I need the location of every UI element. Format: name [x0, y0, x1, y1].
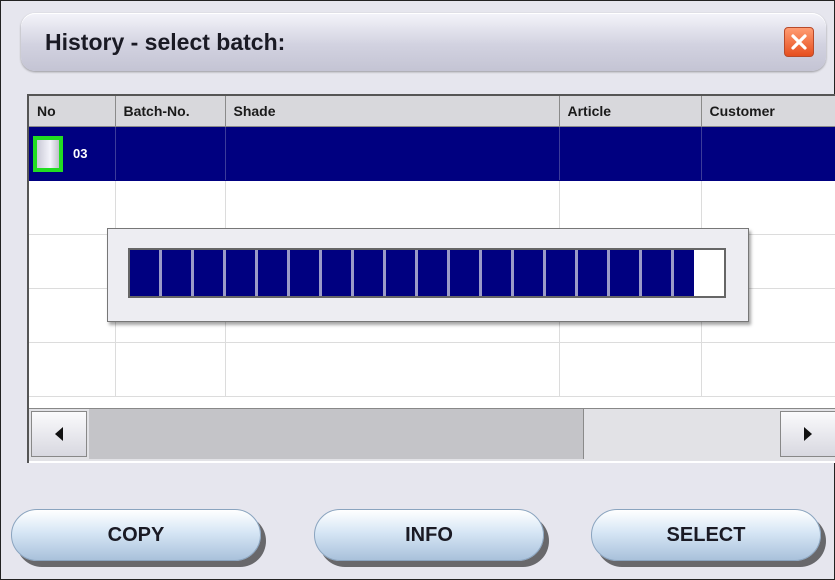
progress-dialog	[107, 228, 749, 322]
column-header-batch-no[interactable]: Batch-No.	[115, 96, 226, 127]
column-header-shade[interactable]: Shade	[225, 96, 560, 127]
column-header-article[interactable]: Article	[559, 96, 702, 127]
table-row[interactable]: 03	[29, 126, 835, 181]
column-header-customer[interactable]: Customer	[701, 96, 835, 127]
row-marker-icon	[33, 135, 63, 172]
row-number: 03	[73, 146, 88, 161]
arrow-right-icon	[804, 427, 812, 441]
column-header-no[interactable]: No	[29, 96, 116, 127]
scroll-thumb[interactable]	[89, 409, 584, 459]
select-button[interactable]: SELECT	[591, 509, 821, 561]
cell-shade	[225, 126, 560, 181]
horizontal-scrollbar[interactable]	[29, 408, 835, 461]
cell-batch-no	[115, 126, 226, 181]
dialog-window: History - select batch: No Batch-No. Sha…	[0, 0, 835, 580]
info-button[interactable]: INFO	[314, 509, 544, 561]
close-icon	[791, 34, 807, 50]
close-button[interactable]	[784, 27, 814, 57]
cell-article	[559, 126, 702, 181]
scroll-left-button[interactable]	[31, 411, 87, 457]
scroll-right-button[interactable]	[780, 411, 835, 457]
progress-fill	[130, 250, 695, 296]
copy-button[interactable]: COPY	[11, 509, 261, 561]
arrow-left-icon	[55, 427, 63, 441]
cell-customer	[701, 126, 835, 181]
dialog-title: History - select batch:	[45, 29, 286, 55]
table-header: No Batch-No. Shade Article Customer	[29, 96, 835, 127]
cell-no: 03	[29, 126, 116, 181]
table-row[interactable]	[29, 342, 835, 397]
table-row[interactable]	[29, 180, 835, 235]
title-bar: History - select batch:	[21, 13, 826, 71]
progress-bar	[128, 248, 726, 298]
